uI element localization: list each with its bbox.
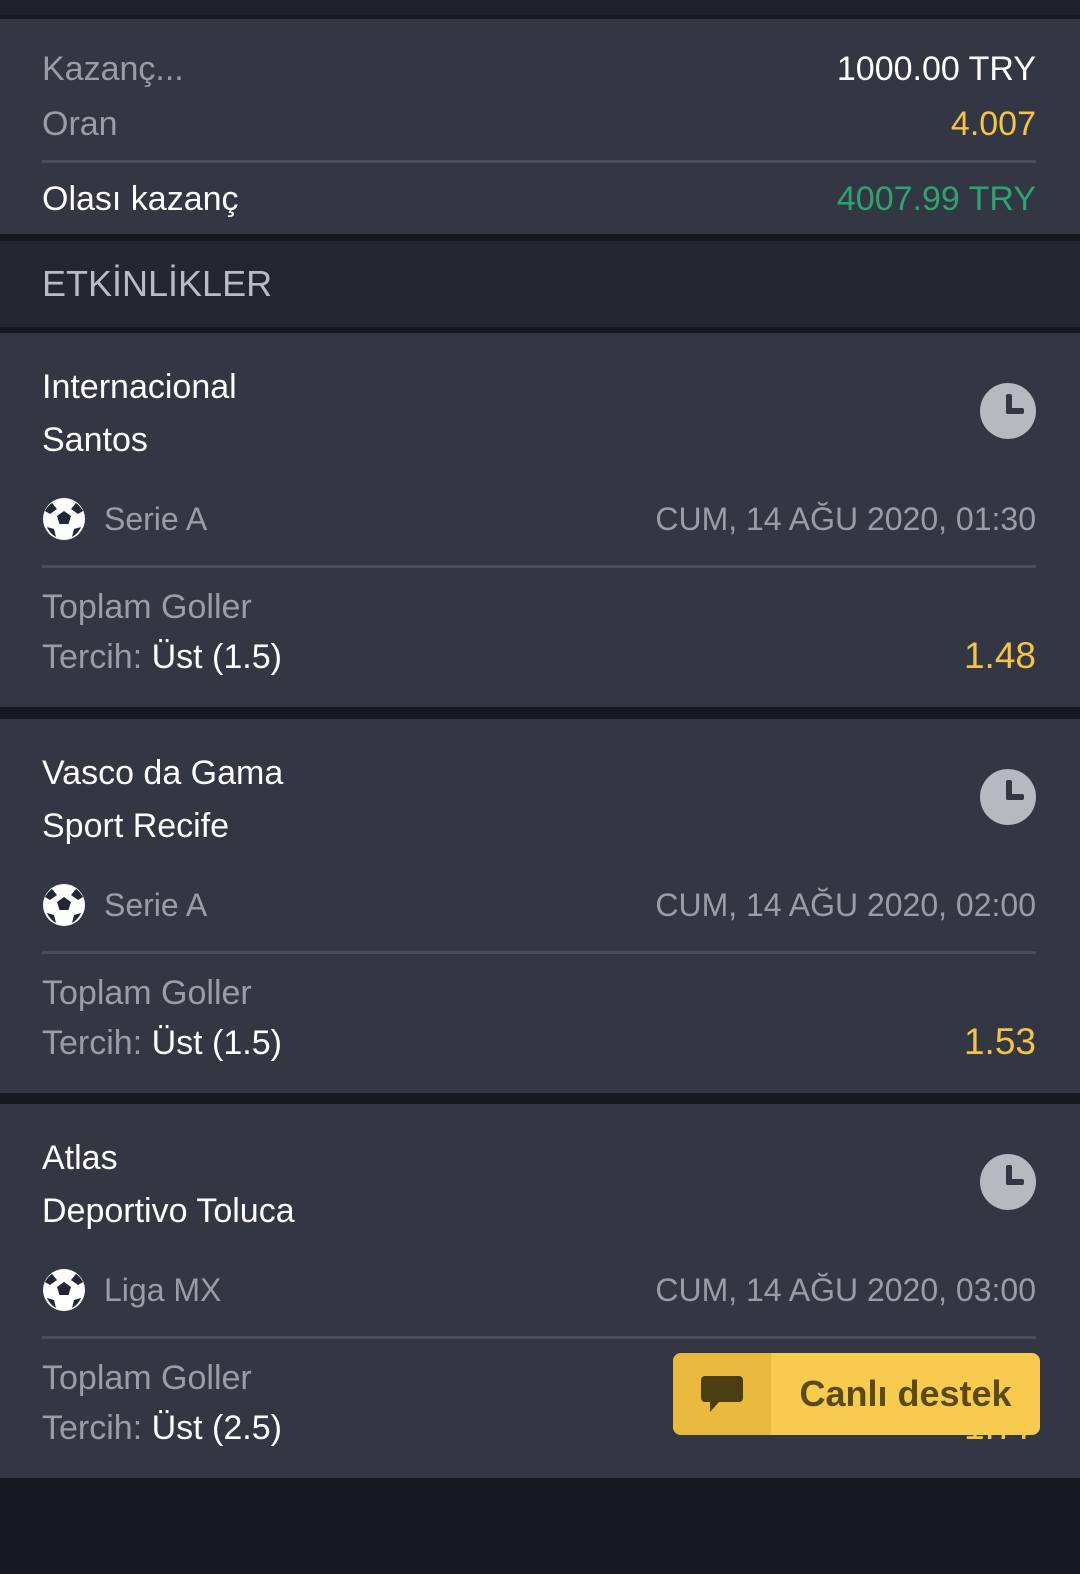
- event-meta: Liga MX CUM, 14 AĞU 2020, 03:00: [42, 1267, 1036, 1313]
- live-support-button[interactable]: Canlı destek: [673, 1353, 1040, 1435]
- event-odds: 1.48: [963, 635, 1036, 676]
- clock-icon: [980, 383, 1036, 439]
- event-card[interactable]: Internacional Santos Serie A CUM, 14 AĞU…: [0, 333, 1080, 707]
- clock-icon: [980, 1154, 1036, 1210]
- soccer-ball-icon: [43, 498, 85, 540]
- event-divider: [42, 951, 1036, 954]
- selection: Tercih: Üst (2.5): [42, 1409, 282, 1448]
- events-section-title: ETKİNLİKLER: [0, 241, 1080, 327]
- chat-bubble-icon: [673, 1353, 771, 1435]
- league-name: Serie A: [104, 500, 208, 537]
- bet-summary: Kazanç... 1000.00 TRY Oran 4.007 Olası k…: [0, 19, 1080, 234]
- away-team: Deportivo Toluca: [42, 1192, 295, 1230]
- league: Serie A: [42, 497, 207, 541]
- away-team: Santos: [42, 421, 148, 459]
- live-support-label: Canlı destek: [799, 1373, 1012, 1414]
- potential-win-row: Olası kazanç 4007.99 TRY: [42, 179, 1036, 219]
- home-team: Vasco da Gama: [42, 754, 284, 792]
- total-odds-value: 4.007: [950, 104, 1036, 143]
- league-name: Liga MX: [104, 1271, 222, 1308]
- event-date: CUM, 14 AĞU 2020, 01:30: [655, 500, 1036, 537]
- stake-label: Kazanç...: [42, 49, 184, 88]
- event-date: CUM, 14 AĞU 2020, 02:00: [655, 886, 1036, 923]
- odds-row: Oran 4.007: [42, 104, 1036, 144]
- top-strip: [0, 0, 1080, 15]
- selection: Tercih: Üst (1.5): [42, 1024, 282, 1063]
- stake-value: 1000.00 TRY: [836, 49, 1036, 88]
- home-team: Atlas: [42, 1139, 118, 1177]
- home-team: Internacional: [42, 368, 237, 406]
- soccer-ball-icon: [43, 1269, 85, 1311]
- potential-win-label: Olası kazanç: [42, 179, 239, 218]
- event-meta: Serie A CUM, 14 AĞU 2020, 01:30: [42, 496, 1036, 542]
- selection-label: Tercih:: [42, 1409, 143, 1447]
- soccer-ball-icon: [43, 884, 85, 926]
- clock-icon: [980, 769, 1036, 825]
- selection-value: Üst (1.5): [151, 1024, 282, 1062]
- selection-value: Üst (2.5): [151, 1409, 282, 1447]
- league: Liga MX: [42, 1268, 221, 1312]
- summary-divider: [42, 160, 1036, 163]
- league: Serie A: [42, 883, 207, 927]
- market-name: Toplam Goller: [42, 1359, 252, 1397]
- market-name: Toplam Goller: [42, 974, 252, 1012]
- event-meta: Serie A CUM, 14 AĞU 2020, 02:00: [42, 882, 1036, 928]
- stake-row: Kazanç... 1000.00 TRY: [42, 49, 1036, 89]
- bottom-area: [0, 1478, 1080, 1574]
- selection: Tercih: Üst (1.5): [42, 638, 282, 677]
- event-odds: 1.53: [963, 1021, 1036, 1062]
- event-divider: [42, 1336, 1036, 1339]
- event-card[interactable]: Vasco da Gama Sport Recife Serie A CUM, …: [0, 719, 1080, 1093]
- selection-label: Tercih:: [42, 638, 143, 676]
- league-name: Serie A: [104, 886, 208, 923]
- selection-label: Tercih:: [42, 1024, 143, 1062]
- odds-label: Oran: [42, 104, 118, 143]
- away-team: Sport Recife: [42, 807, 230, 845]
- selection-value: Üst (1.5): [151, 638, 282, 676]
- potential-win-value: 4007.99 TRY: [836, 179, 1036, 218]
- market-name: Toplam Goller: [42, 588, 252, 626]
- event-divider: [42, 565, 1036, 568]
- event-date: CUM, 14 AĞU 2020, 03:00: [655, 1271, 1036, 1308]
